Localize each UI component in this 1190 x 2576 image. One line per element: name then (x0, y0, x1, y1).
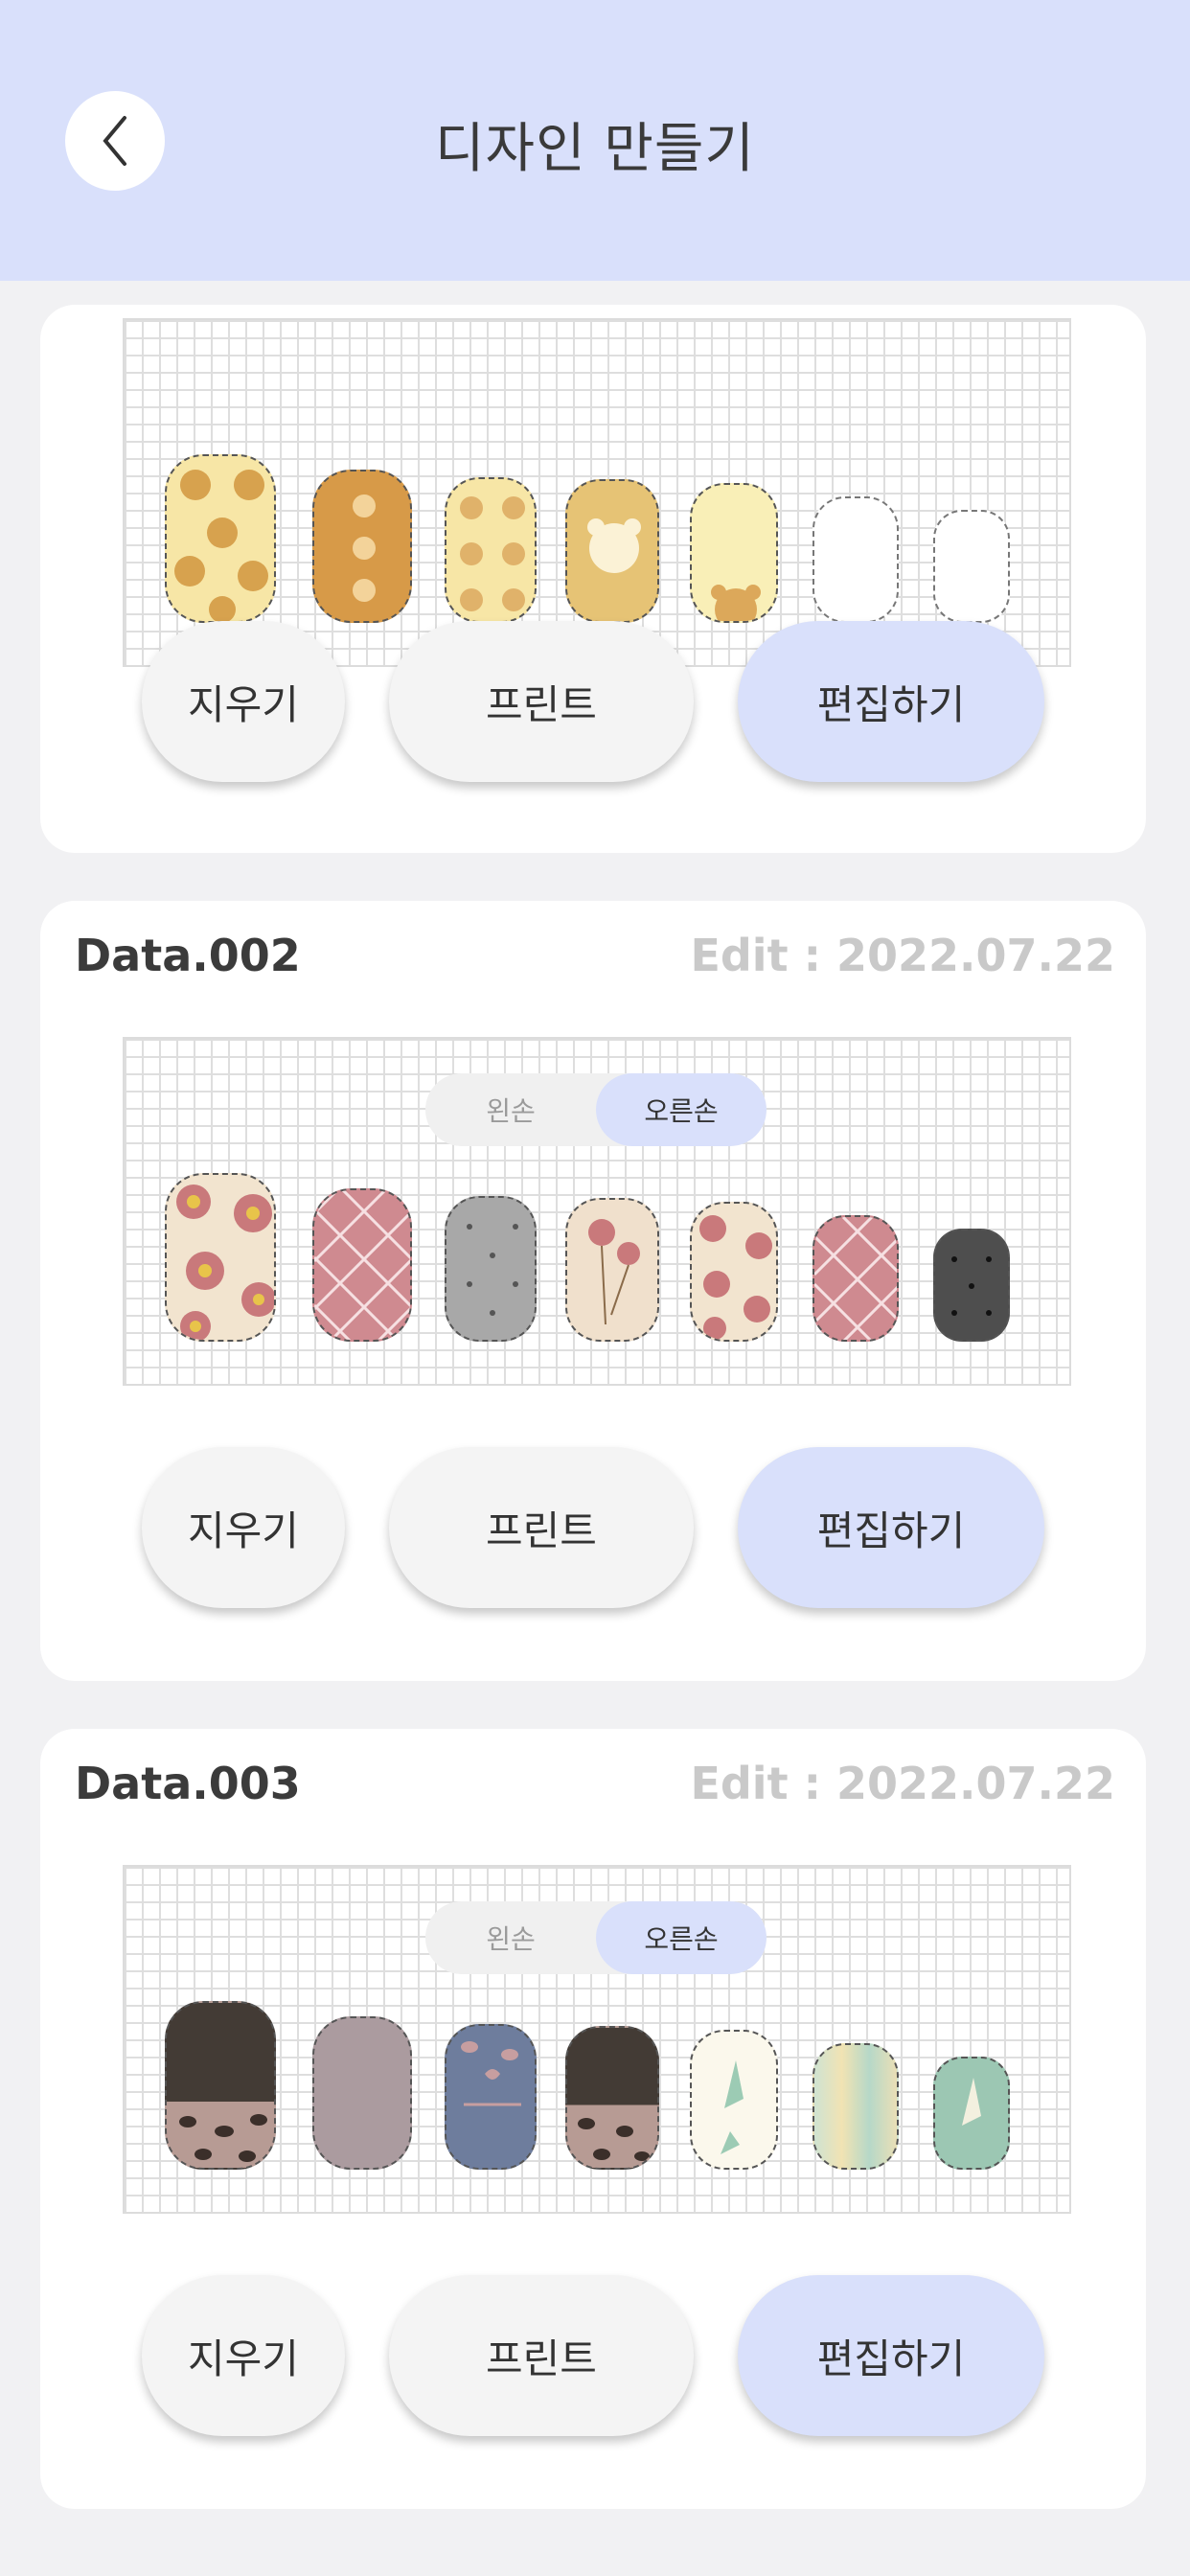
card-title: Data.002 (75, 930, 301, 981)
toggle-left-hand[interactable]: 왼손 (425, 1073, 596, 1146)
nail-3[interactable] (445, 1196, 537, 1342)
toggle-right-hand[interactable]: 오른손 (596, 1073, 767, 1146)
card-title: Data.003 (75, 1758, 301, 1809)
nail-4[interactable] (565, 1198, 659, 1342)
nail-2[interactable] (312, 1188, 412, 1342)
edit-button[interactable]: 편집하기 (738, 2275, 1044, 2436)
hand-toggle[interactable]: 왼손 오른손 (425, 1073, 767, 1146)
flower-pattern (176, 1184, 274, 1340)
nail-4[interactable] (565, 2026, 659, 2170)
dot-pattern (951, 1256, 992, 1316)
dot-pattern (467, 1224, 518, 1316)
nail-1[interactable] (165, 454, 276, 623)
bear-pattern (353, 494, 376, 602)
toggle-right-hand[interactable]: 오른손 (596, 1901, 767, 1974)
flower-stem-pattern (588, 1219, 640, 1325)
bear-face (711, 585, 761, 621)
edit-date: Edit : 2022.07.22 (690, 930, 1115, 981)
nail-grid: 왼손 오른손 (123, 1037, 1071, 1386)
edit-button[interactable]: 편집하기 (738, 1447, 1044, 1608)
flower-pattern (699, 1215, 772, 1340)
nail-grid (123, 318, 1071, 667)
nail-4[interactable] (565, 479, 659, 623)
nail-2[interactable] (312, 2016, 412, 2170)
plaid-pattern (314, 1190, 410, 1340)
design-card-3: Data.003 Edit : 2022.07.22 왼손 오른손 지우기 프린… (40, 1729, 1146, 2509)
nail-3[interactable] (445, 2024, 537, 2170)
leopard-pattern (578, 2118, 650, 2161)
print-button[interactable]: 프린트 (389, 621, 694, 782)
nail-grid: 왼손 오른손 (123, 1865, 1071, 2214)
erase-button[interactable]: 지우기 (142, 1447, 345, 1608)
nail-6[interactable] (812, 496, 899, 623)
nail-3[interactable] (445, 477, 537, 623)
plaid-pattern (814, 1217, 897, 1340)
design-card-2: Data.002 Edit : 2022.07.22 왼손 오른손 지우기 프린… (40, 901, 1146, 1681)
print-button[interactable]: 프린트 (389, 2275, 694, 2436)
nail-6[interactable] (812, 2043, 899, 2170)
erase-button[interactable]: 지우기 (142, 2275, 345, 2436)
leopard-text-pattern (461, 2041, 521, 2106)
bear-face (587, 518, 641, 573)
nail-7[interactable] (933, 2057, 1010, 2170)
bear-pattern (174, 470, 268, 621)
nail-1[interactable] (165, 1173, 276, 1342)
app-header: 디자인 만들기 (0, 0, 1190, 281)
leopard-pattern (179, 2114, 267, 2162)
erase-button[interactable]: 지우기 (142, 621, 345, 782)
nail-2[interactable] (312, 470, 412, 623)
nail-1[interactable] (165, 2001, 276, 2170)
nail-7[interactable] (933, 1229, 1010, 1342)
page-title: 디자인 만들기 (435, 118, 755, 180)
nail-6[interactable] (812, 1215, 899, 1342)
design-card-1: 지우기 프린트 편집하기 (40, 305, 1146, 853)
bear-pattern (460, 496, 525, 611)
crystal-pattern (721, 2060, 744, 2154)
crystal-pattern (962, 2078, 981, 2126)
edit-date: Edit : 2022.07.22 (690, 1758, 1115, 1809)
hand-toggle[interactable]: 왼손 오른손 (425, 1901, 767, 1974)
nail-5[interactable] (690, 483, 778, 623)
toggle-left-hand[interactable]: 왼손 (425, 1901, 596, 1974)
nail-5[interactable] (690, 2030, 778, 2170)
nail-7[interactable] (933, 510, 1010, 623)
edit-button[interactable]: 편집하기 (738, 621, 1044, 782)
print-button[interactable]: 프린트 (389, 1447, 694, 1608)
nail-5[interactable] (690, 1202, 778, 1342)
